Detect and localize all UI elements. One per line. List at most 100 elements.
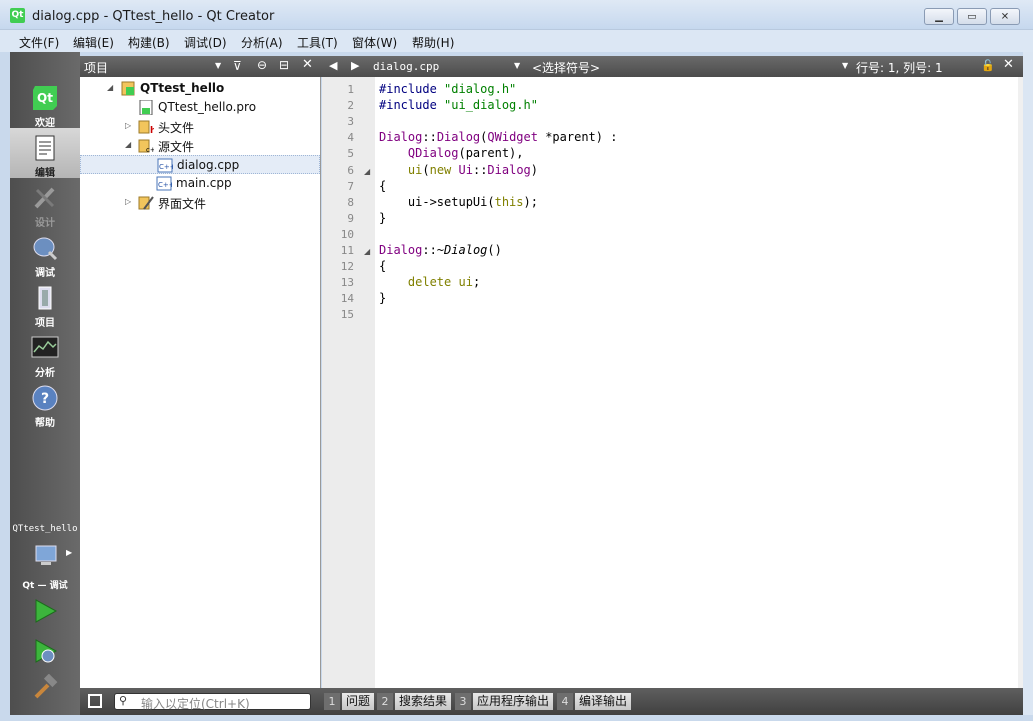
tree-item-label: 界面文件: [158, 197, 207, 211]
code-line: {: [379, 259, 386, 273]
target-kit-label: Qt — 调试: [22, 581, 68, 591]
locator-input[interactable]: ⚲ 输入以定位(Ctrl+K): [114, 693, 311, 711]
code-token: #include: [379, 82, 445, 96]
mode-edit[interactable]: 编辑: [10, 128, 80, 179]
tree-item[interactable]: ◢ QTtest_hello: [80, 79, 320, 98]
code-token: ui: [407, 162, 423, 177]
tree-item-label: 源文件: [158, 140, 195, 154]
line-number: 8: [347, 195, 354, 209]
menu-window[interactable]: 窗体(W): [352, 34, 397, 51]
maximize-button[interactable]: ▭: [957, 8, 987, 25]
mode-welcome[interactable]: Qt 欢迎: [10, 78, 80, 129]
line-number: 11: [340, 244, 354, 257]
code-line: ui(new Ui::Dialog): [379, 163, 538, 177]
toggle-sidebar-icon[interactable]: [88, 694, 102, 708]
code-token: {: [379, 178, 387, 193]
code-token: ): [530, 162, 539, 177]
menu-analyze[interactable]: 分析(A): [241, 34, 283, 51]
open-file-selector[interactable]: dialog.cpp: [373, 60, 439, 73]
output-tab-search-results[interactable]: 2 搜索结果: [377, 693, 452, 710]
output-tab-label: 问题: [342, 693, 375, 710]
line-number: 2: [347, 99, 354, 113]
tree-item-label: 头文件: [158, 121, 195, 135]
code-token: ;: [472, 275, 481, 290]
mode-design-label: 设计: [35, 218, 55, 229]
output-tab-number: 3: [455, 693, 471, 710]
output-tab-issues[interactable]: 1 问题: [324, 693, 375, 710]
mode-design[interactable]: 设计: [10, 178, 80, 229]
minimize-button[interactable]: ▁: [924, 8, 954, 25]
tree-item[interactable]: QTtest_hello.pro: [80, 98, 320, 117]
close-panel-icon[interactable]: ✕: [302, 57, 313, 72]
tree-item[interactable]: ▷ 界面文件: [80, 193, 320, 212]
menu-build[interactable]: 构建(B): [128, 34, 170, 51]
output-tab-application-output[interactable]: 3 应用程序输出: [455, 693, 554, 710]
back-arrow-icon[interactable]: ◀: [329, 59, 337, 72]
menu-help[interactable]: 帮助(H): [412, 34, 454, 51]
code-token: ui->setupUi(: [379, 194, 495, 209]
tree-item-label: main.cpp: [176, 176, 232, 190]
build-hammer-icon[interactable]: [32, 674, 58, 700]
mode-analyze[interactable]: 分析: [10, 328, 80, 379]
debug-run-icon[interactable]: [32, 638, 58, 664]
header-folder-icon: h: [138, 120, 154, 134]
forward-arrow-icon[interactable]: ▶: [351, 59, 359, 72]
code-token: ::: [472, 162, 488, 177]
lock-icon[interactable]: 🔓: [981, 59, 995, 72]
code-token: );: [523, 194, 538, 209]
mode-projects-label: 项目: [35, 318, 55, 329]
code-line: {: [379, 179, 386, 193]
code-editor[interactable]: #include "dialog.h" #include "ui_dialog.h…: [375, 77, 1018, 688]
filter-icon[interactable]: ⊽: [233, 59, 242, 73]
output-tab-label: 应用程序输出: [473, 693, 554, 710]
qt-project-icon: [121, 81, 135, 96]
mode-help[interactable]: ? 帮助: [10, 378, 80, 429]
file-chevron-down-icon[interactable]: ▼: [514, 61, 520, 70]
code-token: (): [487, 243, 502, 257]
tree-item[interactable]: C++ main.cpp: [80, 174, 320, 193]
line-number: 15: [340, 308, 354, 322]
symbol-chevron-down-icon[interactable]: ▼: [842, 61, 848, 70]
project-folder-icon: [38, 286, 52, 310]
mode-projects[interactable]: 项目: [10, 278, 80, 329]
svg-text:C++: C++: [159, 163, 173, 171]
collapsed-arrow-icon[interactable]: ▷: [125, 197, 131, 206]
expanded-arrow-icon[interactable]: ◢: [125, 140, 131, 149]
tree-item[interactable]: ◢ c++ 源文件: [80, 136, 320, 155]
close-editor-icon[interactable]: ✕: [1003, 57, 1014, 72]
mode-debug[interactable]: 调试: [10, 228, 80, 279]
close-icon: ✕: [1000, 11, 1010, 22]
split-icon[interactable]: ⊟: [279, 58, 289, 72]
menu-file[interactable]: 文件(F): [19, 34, 59, 51]
menu-edit[interactable]: 编辑(E): [73, 34, 114, 51]
mode-debug-label: 调试: [35, 268, 55, 279]
fold-marker-icon[interactable]: ◢: [364, 167, 370, 176]
collapsed-arrow-icon[interactable]: ▷: [125, 121, 131, 130]
fold-marker-icon[interactable]: ◢: [364, 247, 370, 256]
link-editor-icon[interactable]: ⊖: [257, 58, 267, 72]
line-number: 13: [340, 276, 354, 290]
chevron-down-icon[interactable]: ▼: [215, 61, 221, 70]
tree-item-label: QTtest_hello.pro: [158, 100, 257, 114]
menu-debug[interactable]: 调试(D): [184, 34, 227, 51]
code-token: Dialog: [487, 162, 531, 177]
code-token: {: [379, 259, 387, 274]
project-view-selector[interactable]: 项目: [84, 59, 108, 76]
run-icon[interactable]: [32, 598, 58, 624]
tree-item[interactable]: ▷ h 头文件: [80, 117, 320, 136]
locator-placeholder: 输入以定位(Ctrl+K): [141, 697, 250, 711]
output-tab-compile-output[interactable]: 4 编译输出: [557, 693, 632, 710]
code-token: Dialog: [444, 243, 488, 257]
code-token: QWidget: [487, 130, 538, 145]
cpp-file-icon: C++: [156, 176, 172, 191]
tree-item[interactable]: C++ dialog.cpp: [80, 155, 320, 174]
design-tools-icon: [34, 187, 55, 209]
close-button[interactable]: ✕: [990, 8, 1020, 25]
symbol-selector[interactable]: <选择符号>: [532, 59, 600, 76]
expanded-arrow-icon[interactable]: ◢: [107, 83, 113, 92]
title-bar: Qt dialog.cpp - QTtest_hello - Qt Creato…: [0, 0, 1033, 30]
menu-tools[interactable]: 工具(T): [297, 34, 338, 51]
window-right-edge: [1023, 52, 1033, 721]
code-line: #include "ui_dialog.h": [379, 98, 538, 112]
